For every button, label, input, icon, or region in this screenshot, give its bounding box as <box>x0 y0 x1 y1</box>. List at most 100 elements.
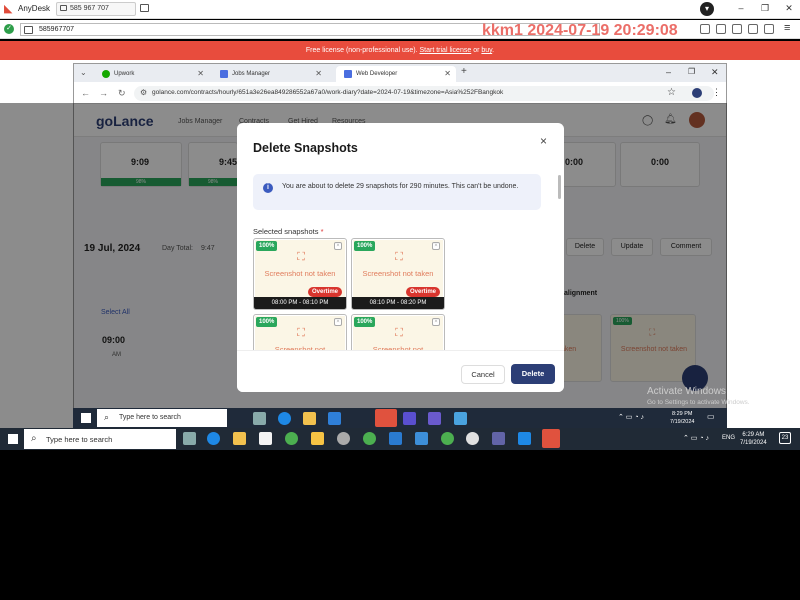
skype-icon[interactable] <box>518 432 531 445</box>
edge-icon[interactable] <box>278 412 291 425</box>
tab-label: Jobs Manager <box>232 71 271 77</box>
remote-clock[interactable]: 8:29 PM 7/19/2024 <box>670 410 694 426</box>
anydesk-icon[interactable] <box>542 429 560 448</box>
app-icon[interactable] <box>454 412 467 425</box>
pen-icon[interactable] <box>764 24 774 34</box>
close-tab-icon[interactable]: ✕ <box>197 69 204 78</box>
remote-taskbar: ⌕ Type here to search ⌃ ▭ ◔ ♪ 8:29 PM 7/… <box>73 408 727 428</box>
snapshot-time-range: 08:10 PM - 08:20 PM <box>352 297 444 309</box>
mail-icon[interactable] <box>328 412 341 425</box>
sticky-notes-icon[interactable] <box>311 432 324 445</box>
activity-badge: 100% <box>354 241 376 251</box>
network-icon[interactable] <box>466 432 479 445</box>
task-view-icon[interactable] <box>253 412 266 425</box>
snapshot-card[interactable]: ⛶ Screenshot not 100% × <box>253 314 347 354</box>
settings-gear-icon[interactable] <box>337 432 350 445</box>
chrome-icon[interactable] <box>285 432 298 445</box>
browser-toolbar: ← → ↻ ⚙ golance.com/contracts/hourly/651… <box>74 83 726 104</box>
selected-snapshots-label: Selected snapshots * <box>253 227 323 236</box>
view-icon[interactable] <box>732 24 742 34</box>
visual-studio-icon[interactable] <box>428 412 441 425</box>
new-tab-icon[interactable]: + <box>461 66 467 77</box>
delete-snapshots-modal: Delete Snapshots × i You are about to de… <box>237 123 564 392</box>
scrollbar-thumb[interactable] <box>558 175 561 199</box>
file-explorer-icon[interactable] <box>233 432 246 445</box>
remote-search-box[interactable]: ⌕ Type here to search <box>97 409 227 427</box>
browser-menu-icon[interactable]: ⋮ <box>712 87 721 98</box>
snapshot-msg: Screenshot not taken <box>362 269 434 278</box>
vscode-icon[interactable] <box>389 432 402 445</box>
windows-start-icon[interactable] <box>81 413 91 423</box>
remove-checkbox[interactable]: × <box>334 242 342 250</box>
store-icon[interactable] <box>259 432 272 445</box>
chrome-icon[interactable] <box>441 432 454 445</box>
chat-icon[interactable] <box>700 24 710 34</box>
license-banner: Free license (non-professional use). Sta… <box>0 41 800 60</box>
minimize-icon[interactable]: – <box>666 67 671 77</box>
close-window-icon[interactable]: ✕ <box>711 67 719 78</box>
local-search-box[interactable]: ⌕ Type here to search <box>24 429 176 449</box>
actions-icon[interactable] <box>716 24 726 34</box>
app-icon[interactable] <box>415 432 428 445</box>
minimize-icon[interactable]: – <box>734 3 748 13</box>
anydesk-session-tab[interactable]: 585 967 707 <box>56 2 136 16</box>
tab-label: Upwork <box>114 71 135 77</box>
overtime-badge: Overtime <box>405 287 440 297</box>
vscode-icon[interactable] <box>403 412 416 425</box>
file-explorer-icon[interactable] <box>303 412 316 425</box>
teams-icon[interactable] <box>492 432 505 445</box>
tab-search-icon[interactable]: ⌄ <box>80 68 87 77</box>
windows-start-icon[interactable] <box>8 434 18 444</box>
search-placeholder: Type here to search <box>119 414 181 421</box>
site-info-icon[interactable]: ⚙ <box>140 88 147 97</box>
start-trial-link[interactable]: Start trial license <box>420 47 472 54</box>
cancel-button[interactable]: Cancel <box>461 365 505 384</box>
session-watermark: kkm1 2024-07-19 20:29:08 <box>482 22 678 39</box>
close-icon[interactable]: ✕ <box>782 3 796 14</box>
tab-web-developer[interactable]: Web Developer ✕ <box>336 66 456 82</box>
reload-icon[interactable]: ↻ <box>118 88 126 99</box>
task-view-icon[interactable] <box>183 432 196 445</box>
browser-tab-strip: ⌄ Upwork ✕ Jobs Manager ✕ Web Developer … <box>74 64 726 82</box>
notification-icon[interactable]: ▭ <box>707 412 715 421</box>
tab-jobs-manager[interactable]: Jobs Manager ✕ <box>212 66 327 82</box>
close-icon[interactable]: × <box>540 134 547 148</box>
restore-icon[interactable]: ❐ <box>688 67 695 76</box>
remove-checkbox[interactable]: × <box>432 242 440 250</box>
language-indicator[interactable]: ENG <box>722 435 735 441</box>
new-session-icon[interactable] <box>140 4 149 12</box>
hamburger-menu-icon[interactable]: ≡ <box>784 22 790 34</box>
anydesk-icon[interactable] <box>375 409 397 427</box>
tab-upwork[interactable]: Upwork ✕ <box>94 66 209 82</box>
banner-period: . <box>492 47 495 54</box>
menu-down-icon[interactable]: ▾ <box>700 2 714 16</box>
upwork-favicon-icon <box>102 70 110 78</box>
close-tab-icon[interactable]: ✕ <box>444 69 451 78</box>
search-icon: ⌕ <box>104 412 110 422</box>
close-tab-icon[interactable]: ✕ <box>315 69 322 78</box>
profile-icon[interactable] <box>692 88 702 98</box>
buy-link[interactable]: buy <box>481 47 492 54</box>
snapshot-card[interactable]: ⛶ Screenshot not 100% × <box>351 314 445 354</box>
monitor-icon <box>60 5 67 11</box>
remove-checkbox[interactable]: × <box>432 318 440 326</box>
activate-windows-sub: Go to Settings to activate Windows. <box>647 399 750 406</box>
notification-icon[interactable]: 23 <box>779 432 791 444</box>
remove-checkbox[interactable]: × <box>334 318 342 326</box>
anydesk-address-bar: ✓ 585967707 <box>0 20 800 39</box>
url-bar[interactable]: ⚙ golance.com/contracts/hourly/651a3e26e… <box>134 86 714 101</box>
restore-icon[interactable]: ❐ <box>758 3 772 14</box>
snapshot-card[interactable]: ⛶ Screenshot not taken Overtime 100% × 0… <box>351 238 445 310</box>
bookmark-star-icon[interactable]: ☆ <box>667 87 676 98</box>
tray-icons[interactable]: ⌃ ▭ ◔ ♪ <box>618 413 644 421</box>
snapshot-time-range: 08:00 PM - 08:10 PM <box>254 297 346 309</box>
chrome-icon[interactable] <box>363 432 376 445</box>
delete-button[interactable]: Delete <box>511 364 555 384</box>
local-clock[interactable]: 6:29 AM 7/19/2024 <box>740 431 767 447</box>
back-icon[interactable]: ← <box>81 88 90 98</box>
record-icon[interactable] <box>748 24 758 34</box>
snapshot-card[interactable]: ⛶ Screenshot not taken Overtime 100% × 0… <box>253 238 347 310</box>
forward-icon[interactable]: → <box>99 88 108 98</box>
edge-icon[interactable] <box>207 432 220 445</box>
tray-icons[interactable]: ⌃ ▭ ◔ ♪ <box>683 434 709 442</box>
